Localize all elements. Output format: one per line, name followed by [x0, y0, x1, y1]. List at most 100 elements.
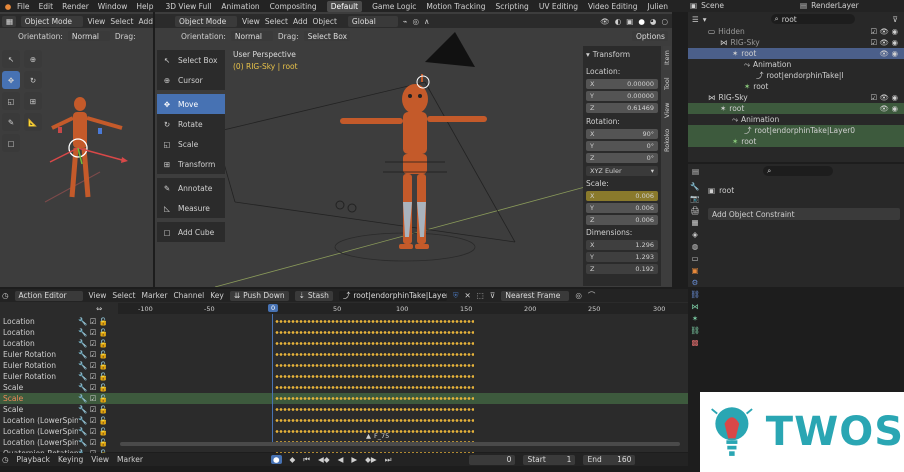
jump-end-icon[interactable]: ⏭: [385, 455, 392, 465]
channel-toggles[interactable]: 🔧 ☑ 🔓: [78, 317, 118, 326]
only-selected-icon[interactable]: ⬚: [477, 291, 484, 300]
dimension-z-field[interactable]: Z 0.192: [586, 264, 658, 274]
end-frame-field[interactable]: End 160: [583, 454, 636, 465]
marker-icon[interactable]: ▲: [366, 432, 371, 440]
tool-move[interactable]: ✥ Move: [157, 94, 225, 114]
dopesheet-editor-icon[interactable]: ◷: [2, 291, 9, 300]
outliner-row-root-active[interactable]: ✶ root 👁 ◉: [688, 103, 904, 114]
tab-animation[interactable]: Animation: [221, 2, 259, 11]
tab-rokoko[interactable]: Rokoko: [663, 124, 671, 156]
channel-toggles[interactable]: 🔧 ☑ 🔓: [78, 339, 118, 348]
tab-game-logic[interactable]: Game Logic: [372, 2, 416, 11]
left-viewport[interactable]: ▦ Object Mode View Select Add Orientatio…: [0, 12, 153, 287]
view-layer-selector[interactable]: ▤ RenderLayer: [800, 1, 859, 10]
timeline-editor-icon[interactable]: ◷: [2, 455, 9, 464]
tab-motion-tracking[interactable]: Motion Tracking: [426, 2, 485, 11]
keyframe-row[interactable]: [275, 419, 474, 422]
world-tab-icon[interactable]: ◍: [692, 242, 699, 251]
render-tab-icon[interactable]: 📷: [690, 194, 699, 203]
keyframe-row[interactable]: [275, 320, 474, 323]
action-menu-view[interactable]: View: [89, 291, 107, 300]
next-keyframe-icon[interactable]: ◆▶: [365, 455, 377, 464]
outliner-row-root-bone-2[interactable]: ✶ root: [688, 136, 904, 147]
outliner-row-action-2[interactable]: ⤴ root|endorphinTake|Layer0: [688, 125, 904, 136]
channel-toggles[interactable]: 🔧 ☑ 🔓: [78, 361, 118, 370]
jump-start-icon[interactable]: ⏮: [303, 455, 310, 465]
filter-icon[interactable]: ⊽: [893, 15, 899, 24]
channel-toggles[interactable]: 🔧 ☑ 🔓: [78, 372, 118, 381]
channel-row[interactable]: Location 🔧 ☑ 🔓: [0, 327, 688, 338]
dimension-y-field[interactable]: Y 1.293: [586, 252, 658, 262]
scale-tool-icon[interactable]: ◱: [2, 92, 20, 110]
tool-cursor[interactable]: ⊕ Cursor: [157, 70, 225, 90]
channel-row[interactable]: Euler Rotation 🔧 ☑ 🔓: [0, 371, 688, 382]
tab-scripting[interactable]: Scripting: [495, 2, 528, 11]
keyframe-row[interactable]: [275, 386, 474, 389]
rotation-mode-select[interactable]: XYZ Euler ▾: [586, 166, 658, 176]
channel-row[interactable]: Euler Rotation 🔧 ☑ 🔓: [0, 349, 688, 360]
scrollbar[interactable]: [120, 442, 680, 446]
scale-y-field[interactable]: Y 0.006: [586, 203, 658, 213]
constraint-tab-icon[interactable]: ⛓: [690, 290, 700, 299]
left-menu-view[interactable]: View: [88, 17, 106, 26]
left-orientation-select[interactable]: Normal: [67, 31, 110, 41]
record-icon[interactable]: ●: [270, 455, 282, 464]
keyframe-row[interactable]: [275, 331, 474, 334]
stash-button[interactable]: ⇣ Stash: [294, 290, 333, 301]
tab-3d-view-full[interactable]: 3D View Full: [165, 2, 211, 11]
channel-toggles[interactable]: 🔧 ☑ 🔓: [78, 416, 118, 425]
rotation-x-field[interactable]: X 90°: [586, 129, 658, 139]
properties-search-input[interactable]: ⌕: [763, 166, 834, 176]
checkbox-icon[interactable]: ☑ 👁 ◉: [870, 27, 898, 36]
outliner-row-action[interactable]: ⤴ root|endorphinTake|l: [688, 70, 904, 81]
frame-ruler[interactable]: -100 -50 0 50 100 150 200 250 300: [118, 303, 688, 314]
keyframe-row[interactable]: [275, 342, 474, 345]
action-menu-channel[interactable]: Channel: [173, 291, 204, 300]
display-mode-icon[interactable]: ▾: [703, 15, 707, 24]
texture-tab-icon[interactable]: ▩: [691, 338, 698, 347]
fake-user-shield-icon[interactable]: ⛨: [453, 291, 459, 301]
outliner-row-rig-sky-hidden[interactable]: ⋈ RIG-Sky ☑ 👁 ◉: [688, 37, 904, 48]
channel-row[interactable]: Location 🔧 ☑ 🔓: [0, 338, 688, 349]
visibility-icon[interactable]: ☑ 👁 ◉: [870, 93, 898, 102]
action-menu-marker[interactable]: Marker: [142, 291, 168, 300]
tab-default[interactable]: Default: [326, 0, 363, 12]
shading-solid-icon[interactable]: ●: [638, 17, 645, 26]
prev-keyframe-icon[interactable]: ◀◆: [318, 455, 330, 464]
current-frame-badge[interactable]: 0: [268, 304, 279, 312]
outliner-row-root-selected[interactable]: ✶ root 👁 ◉: [688, 48, 904, 59]
action-selector[interactable]: ⤴ root|endorphinTake|Layer0: [338, 290, 447, 301]
playhead-line[interactable]: [272, 314, 273, 444]
filter-icon[interactable]: ⊽: [490, 291, 496, 300]
collection-tab-icon[interactable]: ▭: [691, 254, 698, 263]
timeline-menu-view[interactable]: View: [91, 455, 109, 464]
shading-rendered-icon[interactable]: ○: [661, 17, 668, 26]
move-tool-icon[interactable]: ✥: [2, 71, 20, 89]
channel-row[interactable]: Location (LowerSpineJoint)🔧 ☑ 🔓: [0, 415, 688, 426]
channel-row[interactable]: Scale 🔧 ☑ 🔓: [0, 404, 688, 415]
timeline-menu-keying[interactable]: Keying: [58, 455, 83, 464]
bone-constraint-tab-icon[interactable]: ⛓: [690, 326, 700, 335]
tool-scale[interactable]: ◱ Scale: [157, 134, 225, 154]
keyframe-row[interactable]: [275, 397, 474, 400]
tool-annotate[interactable]: ✎ Annotate: [157, 178, 225, 198]
main-viewport[interactable]: Object Mode View Select Add Object Globa…: [155, 12, 672, 287]
tab-view[interactable]: View: [663, 98, 671, 122]
rotation-z-field[interactable]: Z 0°: [586, 153, 658, 163]
location-x-field[interactable]: X 0.00000: [586, 79, 658, 89]
tool-add-cube[interactable]: ▢ Add Cube: [157, 222, 225, 242]
channel-toggles[interactable]: 🔧 ☑ 🔓: [78, 405, 118, 414]
add-object-constraint-button[interactable]: Add Object Constraint: [708, 208, 900, 220]
select-tool-icon[interactable]: ↖: [2, 50, 20, 68]
outliner-row-animation-2[interactable]: ⤳ Animation: [688, 114, 904, 125]
overlays-icon[interactable]: ◐: [615, 17, 622, 26]
outliner-row-rig-sky[interactable]: ⋈ RIG-Sky ☑ 👁 ◉: [688, 92, 904, 103]
play-reverse-icon[interactable]: ◀: [338, 455, 344, 464]
tool-measure[interactable]: ◺ Measure: [157, 198, 225, 218]
left-mode-select[interactable]: Object Mode: [20, 15, 83, 27]
bone-tab-icon[interactable]: ✶: [692, 314, 698, 323]
properties-editor-icon[interactable]: ▤: [692, 167, 699, 176]
keyframe-row[interactable]: [275, 375, 474, 378]
visibility-icon[interactable]: 👁 ◉: [880, 49, 898, 58]
shading-material-icon[interactable]: ◕: [650, 17, 657, 26]
